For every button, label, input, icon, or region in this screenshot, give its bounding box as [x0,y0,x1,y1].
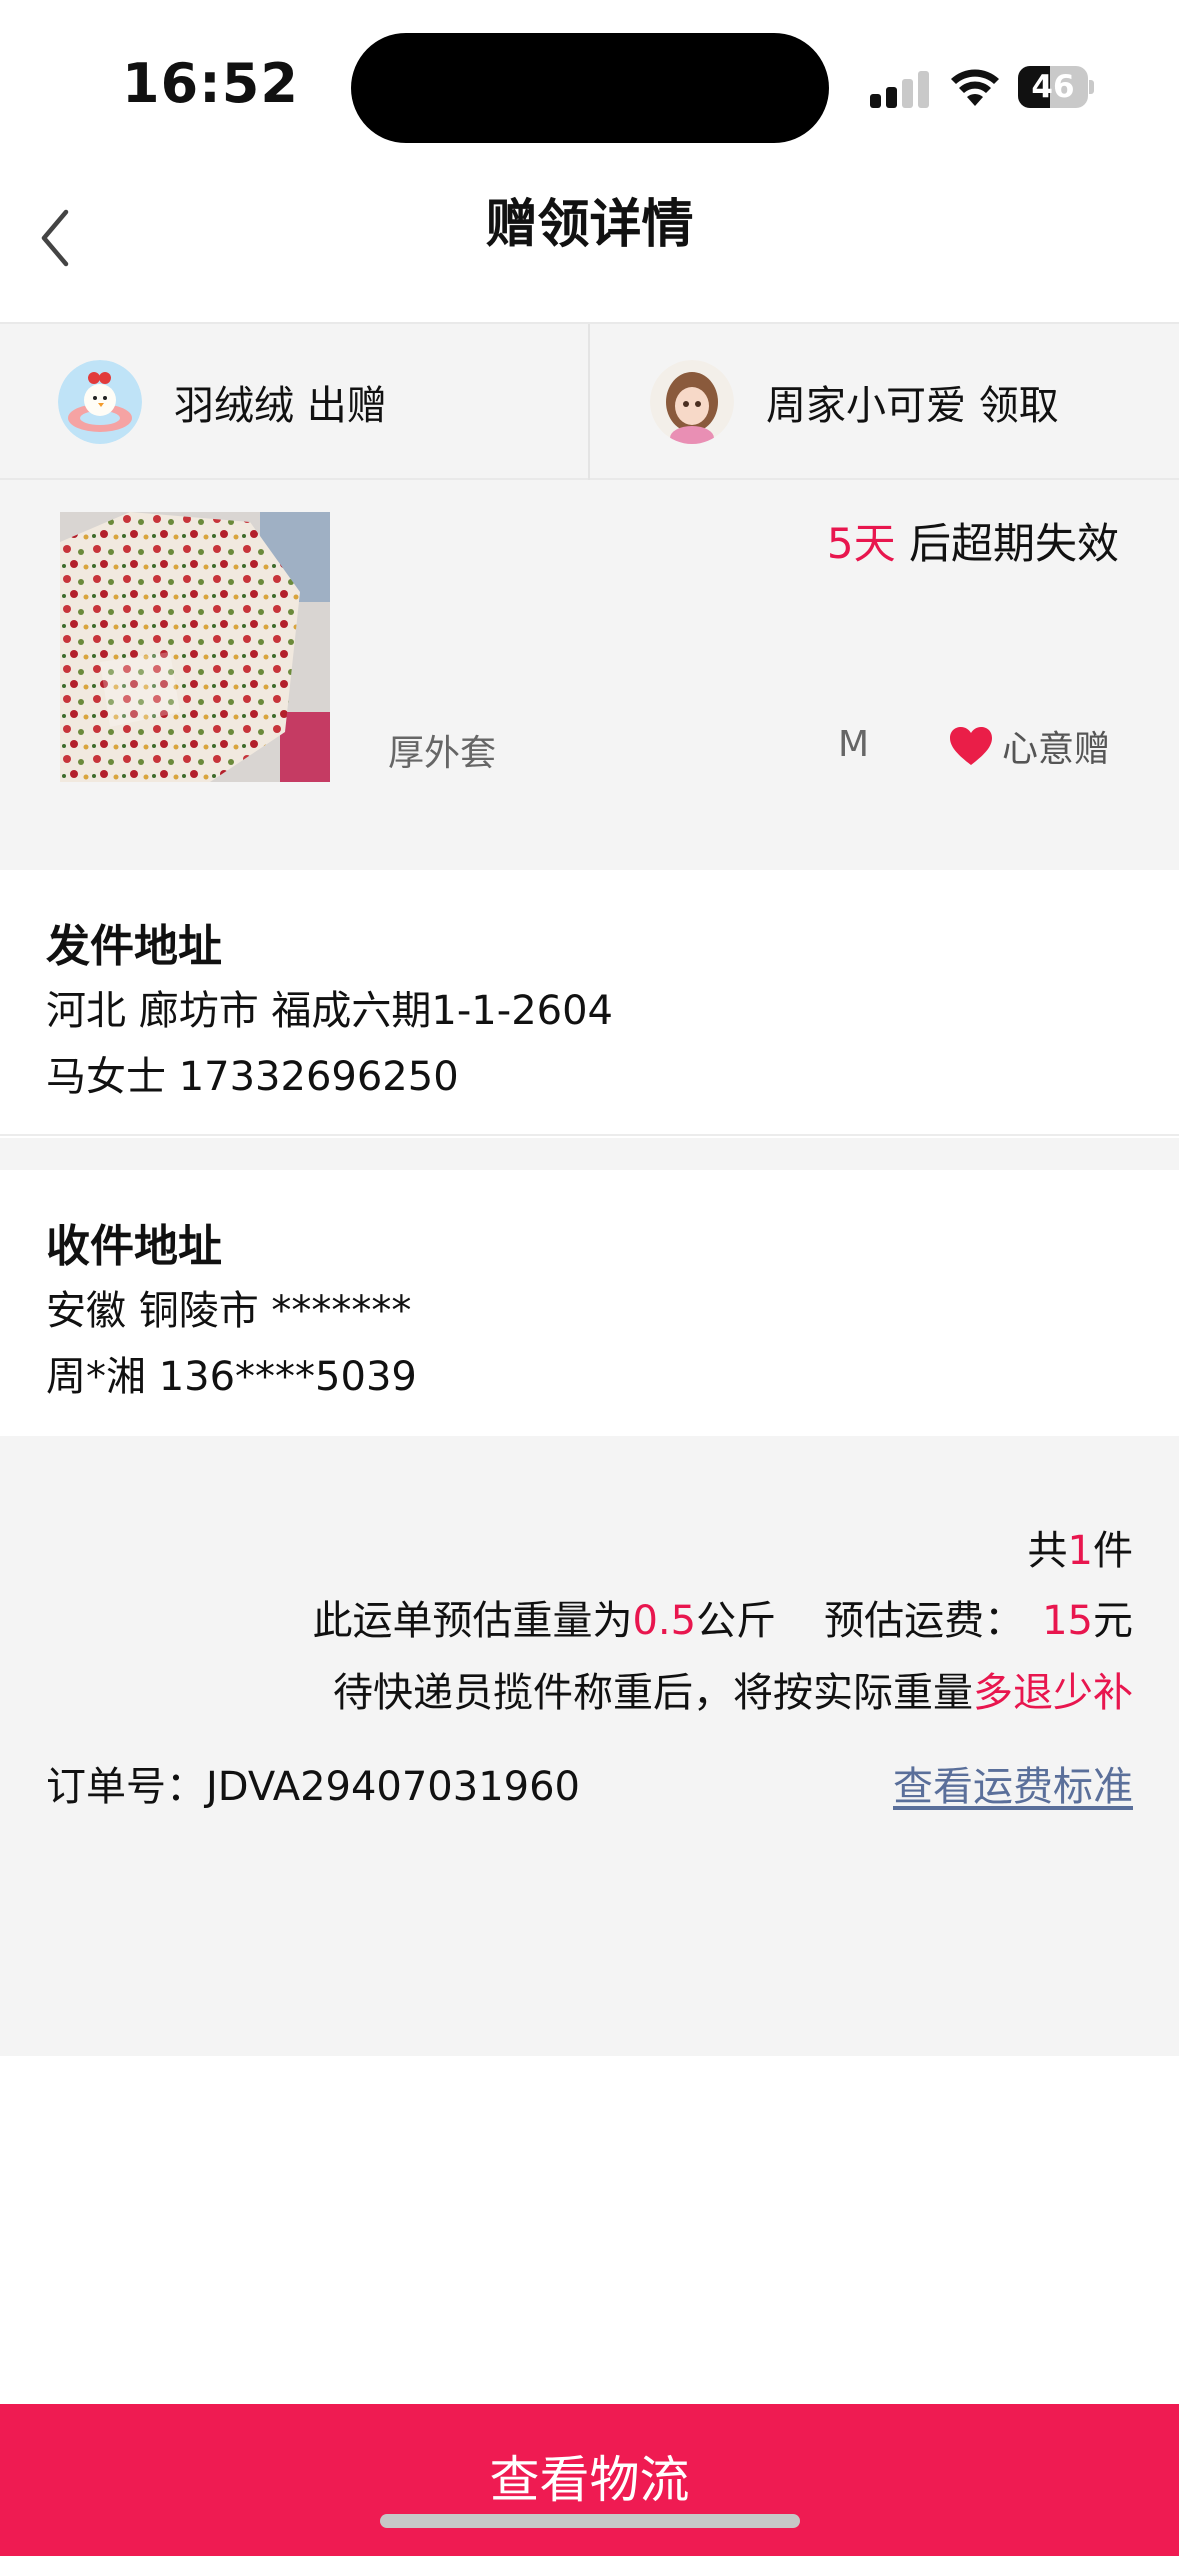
home-indicator [380,2514,800,2528]
parties-row: 羽绒绒 出赠 周家小可爱 领取 [0,322,1179,480]
expire-notice: 5天 后超期失效 [827,510,1119,571]
weight-prefix: 此运单预估重量为 [312,1598,633,1644]
sender-address-section: 发件地址 河北 廊坊市 福成六期1-1-2604 马女士 17332696250 [0,870,1179,1136]
note-highlight: 多退少补 [973,1670,1133,1716]
fee-prefix: 预估运费： [824,1598,1025,1644]
count-value: 1 [1067,1528,1093,1574]
item-card[interactable]: 5天 后超期失效 厚外套 M 心意赠 [0,480,1179,870]
cellular-signal-icon [870,70,930,108]
weight-note: 待快递员揽件称重后，将按实际重量多退少补 [333,1660,1133,1718]
receiver-name: 周家小可爱 领取 [766,383,1059,429]
view-logistics-button[interactable]: 查看物流 [0,2404,1179,2556]
sender-contact: 马女士 17332696250 [46,1054,459,1100]
weight-fee-line: 此运单预估重量为0.5公斤 预估运费： 15元 [312,1588,1133,1646]
weight-value: 0.5 [632,1598,697,1644]
fee-unit: 元 [1093,1598,1133,1644]
party-divider [588,324,590,480]
status-time: 16:52 [122,52,299,115]
giver-name: 羽绒绒 出赠 [174,383,387,429]
receiver-address-section: 收件地址 安徽 铜陵市 ******* 周*湘 136****5039 [0,1170,1179,1436]
shipping-summary: 共1件 此运单预估重量为0.5公斤 预估运费： 15元 待快递员揽件称重后，将按实际… [0,1436,1179,2056]
item-size: M [838,724,870,765]
item-count: 共1件 [1028,1518,1133,1576]
order-number: 订单号：JDVA29407031960 [46,1754,580,1812]
receiver-contact: 周*湘 136****5039 [46,1354,417,1400]
gift-detail-page: 16:52 46 赠领详情 羽绒绒 出赠 周家小可爱 领取 5天 后超期失效 厚… [0,0,1179,2556]
item-name: 厚外套 [388,733,497,774]
note-prefix: 待快递员揽件称重后，将按实际重量 [333,1670,973,1716]
battery-percent: 46 [1031,69,1075,105]
item-photo [60,512,330,782]
count-suffix: 件 [1093,1528,1133,1574]
chick-avatar [58,360,142,444]
section-gap [0,1138,1179,1170]
battery-icon: 46 [1018,66,1094,108]
order-value: JDVA29407031960 [206,1764,581,1810]
receiver-info[interactable]: 周家小可爱 领取 [650,324,1059,480]
status-bar: 16:52 46 [0,0,1179,160]
heart-icon [950,727,992,765]
count-prefix: 共 [1027,1528,1068,1574]
girl-avatar [650,360,734,444]
page-title: 赠领详情 [485,195,694,255]
sender-title: 发件地址 [46,921,222,972]
expire-suffix: 后超期失效 [895,519,1119,568]
nav-bar: 赠领详情 [0,160,1179,320]
dynamic-island [351,33,829,143]
fee-value: 15 [1042,1598,1093,1644]
receiver-address: 安徽 铜陵市 ******* [46,1288,412,1334]
expire-days: 5天 [826,519,896,568]
gift-type-label: 心意赠 [1002,729,1111,770]
receiver-title: 收件地址 [46,1221,222,1272]
weight-unit: 公斤 [696,1598,777,1644]
giver-info[interactable]: 羽绒绒 出赠 [58,324,387,480]
order-label: 订单号： [46,1764,206,1810]
wifi-icon [951,69,999,106]
sender-address: 河北 廊坊市 福成六期1-1-2604 [46,988,613,1034]
gift-type: 心意赠 [948,720,1110,772]
fee-standard-link[interactable]: 查看运费标准 [893,1754,1133,1812]
